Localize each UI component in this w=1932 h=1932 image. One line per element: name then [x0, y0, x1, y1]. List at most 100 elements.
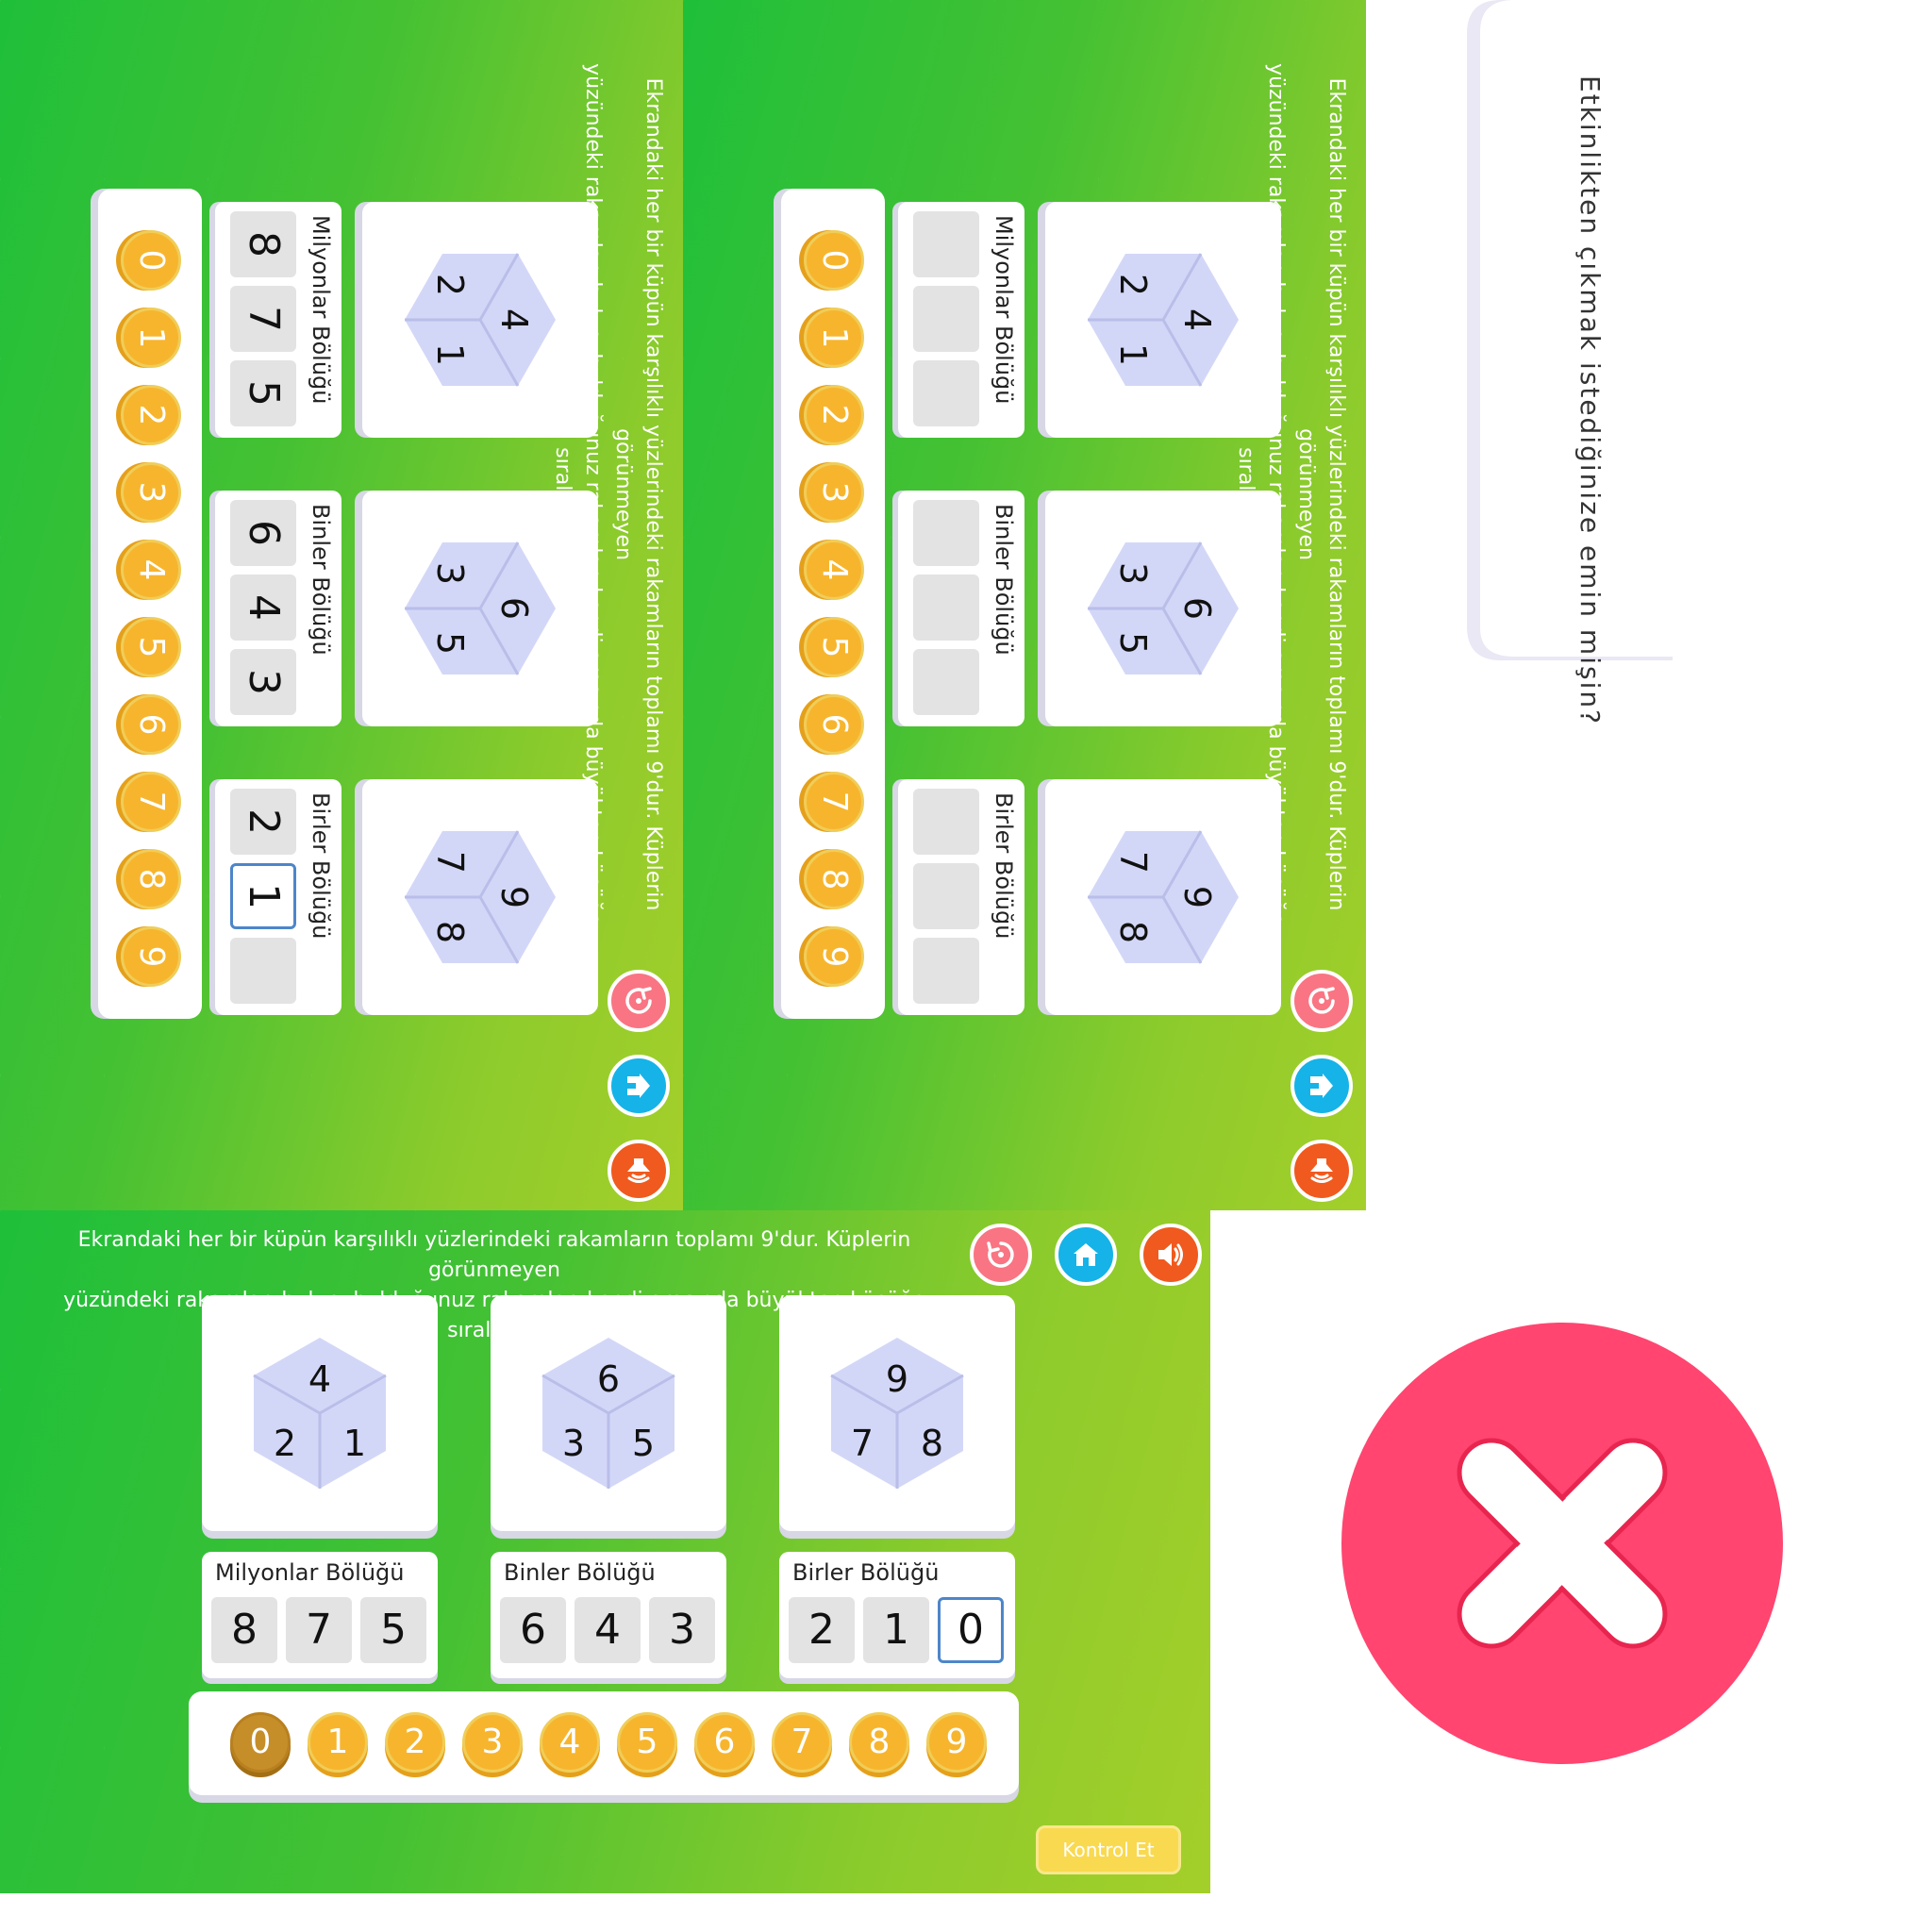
close-x-icon[interactable] — [1285, 1294, 1783, 1792]
digit-coin[interactable]: 9 — [804, 926, 864, 987]
digit-coin[interactable]: 9 — [926, 1712, 987, 1773]
digit-slot[interactable]: 2 — [789, 1597, 855, 1663]
digit-coin[interactable]: 8 — [804, 849, 864, 909]
home-button[interactable] — [1055, 1224, 1117, 1286]
digit-coin[interactable]: 4 — [804, 540, 864, 600]
digit-coin-bar: 0 1 2 3 4 5 6 7 8 9 — [781, 189, 885, 1019]
digit-slot[interactable]: 7 — [286, 1597, 352, 1663]
cube-left-face: 7 — [429, 851, 471, 874]
digit-coin[interactable]: 7 — [804, 772, 864, 832]
digit-slot[interactable]: 5 — [230, 360, 296, 426]
cube-right-face: 1 — [1112, 343, 1154, 366]
digit-slot[interactable] — [913, 286, 979, 352]
period-box-thousands: Binler Bölüğü 6 4 3 — [215, 491, 341, 726]
cube-right-face: 1 — [343, 1423, 366, 1464]
sound-button[interactable] — [1140, 1224, 1202, 1286]
digit-coin[interactable]: 3 — [462, 1712, 523, 1773]
digit-coin[interactable]: 7 — [121, 772, 181, 832]
cube-top-face: 9 — [493, 886, 535, 908]
digit-coin[interactable]: 2 — [121, 385, 181, 445]
cube-top-face: 4 — [308, 1358, 331, 1400]
digit-coin[interactable]: 7 — [772, 1712, 832, 1773]
home-button[interactable] — [608, 1055, 670, 1117]
digit-slot[interactable]: 0 — [938, 1597, 1004, 1663]
period-label: Binler Bölüğü — [991, 504, 1017, 656]
digit-coin[interactable]: 9 — [121, 926, 181, 987]
digit-slot[interactable]: 6 — [500, 1597, 566, 1663]
digit-coin[interactable]: 4 — [121, 540, 181, 600]
cube-1: 42 1 — [405, 253, 556, 387]
digit-slot[interactable]: 4 — [575, 1597, 641, 1663]
digit-slot[interactable] — [913, 500, 979, 566]
digit-coin[interactable]: 3 — [121, 462, 181, 523]
period-label: Milyonlar Bölüğü — [308, 215, 334, 405]
digit-coin[interactable]: 8 — [121, 849, 181, 909]
home-icon — [1069, 1238, 1103, 1272]
cube-3: 97 8 — [405, 830, 556, 964]
cube-card: 97 8 — [362, 779, 598, 1015]
digit-slot[interactable]: 8 — [211, 1597, 277, 1663]
digit-slot[interactable]: 1 — [863, 1597, 929, 1663]
cube-card: 42 1 — [202, 1295, 438, 1531]
digit-coin[interactable]: 6 — [694, 1712, 755, 1773]
period-label: Birler Bölüğü — [792, 1559, 940, 1586]
digit-coin[interactable]: 1 — [308, 1712, 368, 1773]
digit-coin[interactable]: 1 — [804, 308, 864, 368]
period-box-ones: Birler Bölüğü — [898, 779, 1024, 1015]
digit-coin[interactable]: 3 — [804, 462, 864, 523]
digit-coin[interactable]: 8 — [849, 1712, 909, 1773]
sound-button[interactable] — [1291, 1140, 1353, 1202]
cube-right-face: 5 — [632, 1423, 655, 1464]
digit-slot[interactable] — [913, 863, 979, 929]
digit-coin[interactable]: 4 — [540, 1712, 600, 1773]
digit-coin[interactable]: 0 — [230, 1712, 291, 1773]
digit-slot[interactable] — [913, 649, 979, 715]
digit-slot[interactable]: 2 — [230, 789, 296, 855]
digit-coin[interactable]: 5 — [804, 617, 864, 677]
cube-right-face: 5 — [429, 632, 471, 655]
digit-slot[interactable]: 5 — [360, 1597, 426, 1663]
cube-card: 63 5 — [1045, 491, 1281, 726]
digit-slot[interactable] — [913, 360, 979, 426]
cube-1: 42 1 — [1088, 253, 1239, 387]
digit-coin[interactable]: 2 — [804, 385, 864, 445]
digit-slot[interactable]: 3 — [230, 649, 296, 715]
sound-button[interactable] — [608, 1140, 670, 1202]
digit-slot[interactable] — [913, 211, 979, 277]
digit-slot[interactable]: 8 — [230, 211, 296, 277]
digit-coin[interactable]: 0 — [121, 230, 181, 291]
digit-coin[interactable]: 2 — [385, 1712, 445, 1773]
cube-left-face: 3 — [562, 1423, 585, 1464]
digit-slot[interactable]: 6 — [230, 500, 296, 566]
digit-slot[interactable] — [230, 938, 296, 1004]
digit-slot[interactable]: 7 — [230, 286, 296, 352]
period-label: Milyonlar Bölüğü — [991, 215, 1017, 405]
cube-left-face: 2 — [429, 274, 471, 296]
digit-coin-bar: 0123456789 — [189, 1691, 1019, 1795]
check-button[interactable]: Kontrol Et — [1036, 1825, 1181, 1874]
home-button[interactable] — [1291, 1055, 1353, 1117]
instruction-line-1: Ekrandaki her bir küpün karşılıklı yüzle… — [77, 1228, 911, 1282]
sound-icon — [622, 1154, 656, 1188]
digit-slot[interactable] — [913, 938, 979, 1004]
digit-coin[interactable]: 6 — [804, 694, 864, 755]
exit-dialog-message: Etkinlikten çıkmak istediğinize emin miş… — [1574, 75, 1606, 725]
reset-button[interactable] — [1291, 970, 1353, 1032]
reset-button[interactable] — [970, 1224, 1032, 1286]
digit-slot[interactable] — [913, 575, 979, 641]
digit-coin[interactable]: 1 — [121, 308, 181, 368]
digit-slot[interactable]: 1 — [230, 863, 296, 929]
reset-button[interactable] — [608, 970, 670, 1032]
digit-slot[interactable]: 4 — [230, 575, 296, 641]
period-box-ones: Birler Bölüğü 2 1 — [215, 779, 341, 1015]
cube-right-face: 8 — [1112, 921, 1154, 943]
instruction-line-1: Ekrandaki her bir küpün karşılıklı yüzle… — [611, 77, 665, 911]
cube-top-face: 4 — [1176, 308, 1218, 331]
digit-coin[interactable]: 6 — [121, 694, 181, 755]
digit-coin[interactable]: 5 — [617, 1712, 677, 1773]
digit-slot[interactable]: 3 — [649, 1597, 715, 1663]
cube-left-face: 3 — [429, 562, 471, 585]
digit-coin[interactable]: 0 — [804, 230, 864, 291]
digit-coin[interactable]: 5 — [121, 617, 181, 677]
digit-slot[interactable] — [913, 789, 979, 855]
